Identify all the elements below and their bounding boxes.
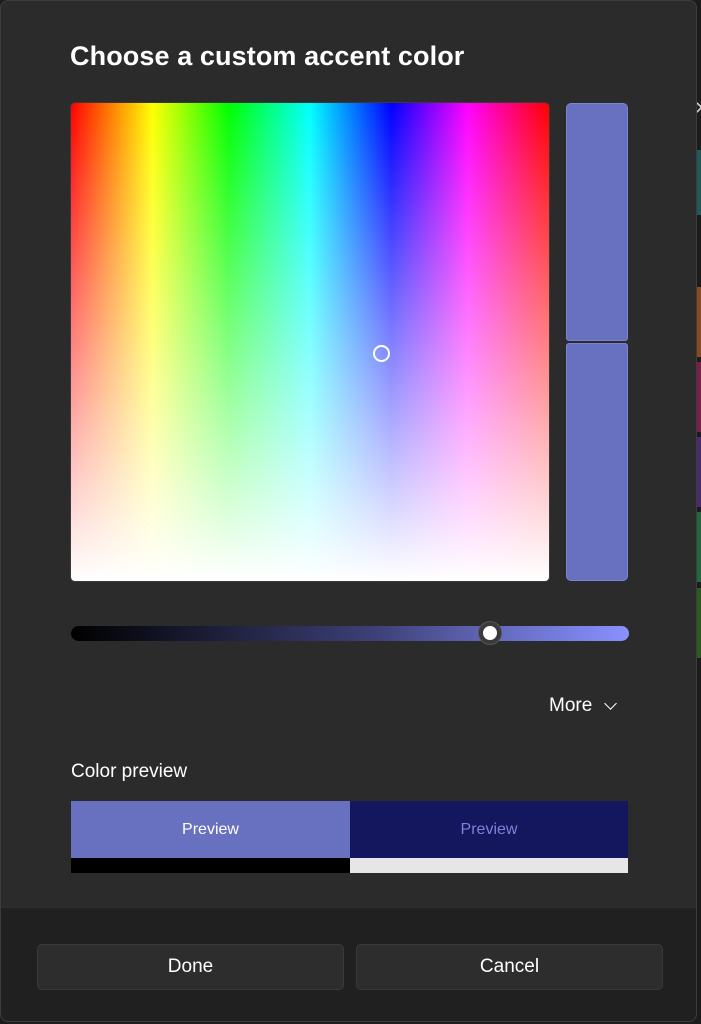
- dark-mode-preview: Preview: [350, 801, 628, 858]
- background-color-tile: [697, 287, 701, 357]
- value-slider-thumb[interactable]: [479, 622, 501, 644]
- light-mode-preview: Preview: [71, 801, 350, 858]
- selected-color-swatch-previous: [566, 343, 628, 581]
- color-preview-label: Color preview: [71, 761, 188, 782]
- background-color-tile: [697, 150, 701, 215]
- light-preview-text: Preview: [182, 820, 239, 838]
- color-spectrum[interactable]: [71, 103, 549, 581]
- preview-light-bar: [350, 858, 628, 873]
- value-slider-track[interactable]: [71, 626, 629, 641]
- background-color-tile: [697, 588, 701, 658]
- done-button[interactable]: Done: [37, 944, 344, 990]
- custom-accent-color-dialog: Choose a custom accent color More Color …: [0, 0, 697, 1022]
- more-label: More: [549, 695, 593, 716]
- dialog-footer: Done Cancel: [1, 907, 696, 1021]
- cancel-label: Cancel: [479, 956, 540, 977]
- done-label: Done: [167, 956, 214, 977]
- cancel-button[interactable]: Cancel: [356, 944, 663, 990]
- dialog-title: Choose a custom accent color: [70, 41, 465, 71]
- chevron-down-icon: [604, 696, 618, 710]
- selected-color-swatch-new: [566, 103, 628, 341]
- more-button[interactable]: More: [541, 691, 623, 721]
- background-color-tile: [697, 437, 701, 507]
- preview-black-bar: [71, 858, 350, 873]
- dark-preview-text: Preview: [460, 820, 518, 838]
- background-color-tile: [697, 362, 701, 432]
- background-color-tile: [697, 512, 701, 582]
- spectrum-selector-handle[interactable]: [373, 345, 390, 362]
